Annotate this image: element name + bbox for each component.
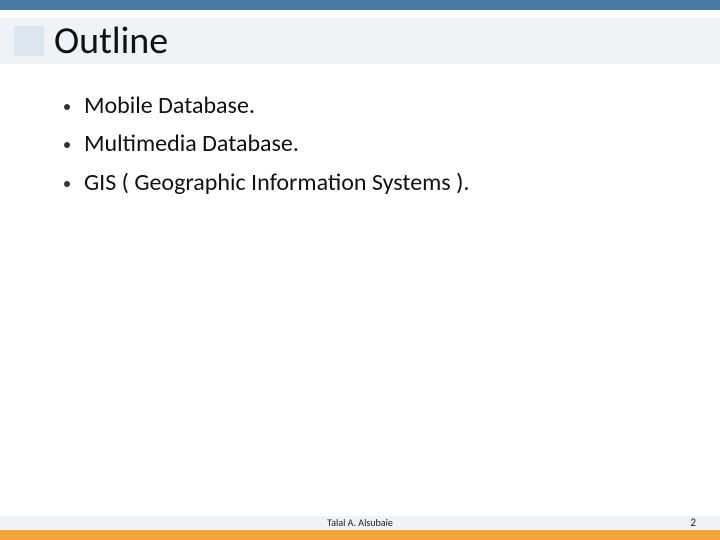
top-accent-bar (0, 0, 720, 10)
footer-page-number: 2 (690, 516, 696, 530)
list-item: Mobile Database. (64, 90, 680, 122)
bullet-icon (64, 104, 70, 110)
footer-lower-bar (0, 530, 720, 540)
bullet-icon (64, 142, 70, 148)
list-item: Multimedia Database. (64, 128, 680, 160)
title-band: Outline (0, 18, 720, 64)
footer-author: Talal A. Alsubaie (0, 516, 720, 530)
footer: Talal A. Alsubaie 2 (0, 516, 720, 540)
content-area: Mobile Database. Multimedia Database. GI… (64, 90, 680, 205)
slide: Outline Mobile Database. Multimedia Data… (0, 0, 720, 540)
bullet-text: GIS ( Geographic Information Systems ). (84, 167, 469, 199)
bullet-text: Mobile Database. (84, 90, 255, 122)
title-chip-icon (14, 26, 44, 56)
bullet-icon (64, 181, 70, 187)
list-item: GIS ( Geographic Information Systems ). (64, 167, 680, 199)
slide-title: Outline (54, 18, 168, 64)
bullet-text: Multimedia Database. (84, 128, 299, 160)
